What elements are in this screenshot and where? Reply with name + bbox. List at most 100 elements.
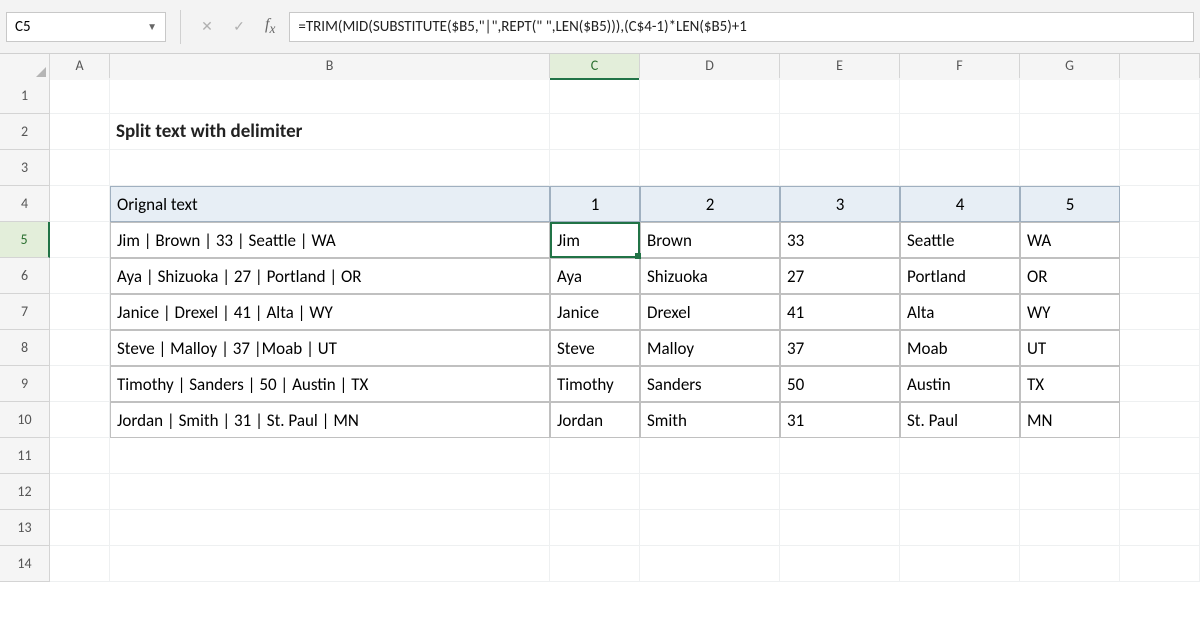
cell-C10[interactable]: Jordan xyxy=(550,402,640,438)
cell-G3[interactable] xyxy=(1020,150,1120,186)
cell-F12[interactable] xyxy=(900,474,1020,510)
cell-D8[interactable]: Malloy xyxy=(640,330,780,366)
cell-B14[interactable] xyxy=(110,546,550,582)
row-header-11[interactable]: 11 xyxy=(0,438,50,474)
cell-C5[interactable]: Jim xyxy=(550,222,640,258)
enter-icon[interactable]: ✓ xyxy=(227,15,251,39)
cell-G12[interactable] xyxy=(1020,474,1120,510)
cell-G5[interactable]: WA xyxy=(1020,222,1120,258)
row-header-6[interactable]: 6 xyxy=(0,258,50,294)
cell-A13[interactable] xyxy=(50,510,110,546)
cell-D6[interactable]: Shizuoka xyxy=(640,258,780,294)
cell-F10[interactable]: St. Paul xyxy=(900,402,1020,438)
cell-D13[interactable] xyxy=(640,510,780,546)
cell-D10[interactable]: Smith xyxy=(640,402,780,438)
cell-B10[interactable]: Jordan | Smith | 31 | St. Paul | MN xyxy=(110,402,550,438)
cell-C12[interactable] xyxy=(550,474,640,510)
cell-E5[interactable]: 33 xyxy=(780,222,900,258)
cell-H9[interactable] xyxy=(1120,366,1200,402)
cell-C4[interactable]: 1 xyxy=(550,186,640,222)
cell-H7[interactable] xyxy=(1120,294,1200,330)
cell-H2[interactable] xyxy=(1120,114,1200,150)
select-all-corner[interactable] xyxy=(0,54,50,80)
cell-F4[interactable]: 4 xyxy=(900,186,1020,222)
col-header-D[interactable]: D xyxy=(640,54,780,80)
cell-C11[interactable] xyxy=(550,438,640,474)
row-header-14[interactable]: 14 xyxy=(0,546,50,582)
cell-D1[interactable] xyxy=(640,78,780,114)
cell-B3[interactable] xyxy=(110,150,550,186)
cell-H10[interactable] xyxy=(1120,402,1200,438)
cell-E3[interactable] xyxy=(780,150,900,186)
cell-A1[interactable] xyxy=(50,78,110,114)
col-header-E[interactable]: E xyxy=(780,54,900,80)
cell-E1[interactable] xyxy=(780,78,900,114)
cell-B7[interactable]: Janice | Drexel | 41 | Alta | WY xyxy=(110,294,550,330)
cell-E2[interactable] xyxy=(780,114,900,150)
worksheet[interactable]: A B C D E F G 1 2 Split text with delimi… xyxy=(0,54,1200,582)
cell-A3[interactable] xyxy=(50,150,110,186)
cell-B2-title[interactable]: Split text with delimiter xyxy=(110,114,550,150)
cell-A7[interactable] xyxy=(50,294,110,330)
cell-C1[interactable] xyxy=(550,78,640,114)
cell-E11[interactable] xyxy=(780,438,900,474)
cell-G11[interactable] xyxy=(1020,438,1120,474)
cell-D3[interactable] xyxy=(640,150,780,186)
cell-H14[interactable] xyxy=(1120,546,1200,582)
cell-D9[interactable]: Sanders xyxy=(640,366,780,402)
cell-E4[interactable]: 3 xyxy=(780,186,900,222)
row-header-7[interactable]: 7 xyxy=(0,294,50,330)
cell-G1[interactable] xyxy=(1020,78,1120,114)
cell-E12[interactable] xyxy=(780,474,900,510)
cell-F13[interactable] xyxy=(900,510,1020,546)
row-header-3[interactable]: 3 xyxy=(0,150,50,186)
cell-E6[interactable]: 27 xyxy=(780,258,900,294)
formula-bar[interactable]: =TRIM(MID(SUBSTITUTE($B5,"|",REPT(" ",LE… xyxy=(289,12,1194,42)
row-header-10[interactable]: 10 xyxy=(0,402,50,438)
cell-G6[interactable]: OR xyxy=(1020,258,1120,294)
cell-D14[interactable] xyxy=(640,546,780,582)
cell-C3[interactable] xyxy=(550,150,640,186)
cell-C14[interactable] xyxy=(550,546,640,582)
cell-D12[interactable] xyxy=(640,474,780,510)
cell-G14[interactable] xyxy=(1020,546,1120,582)
row-header-5[interactable]: 5 xyxy=(0,222,50,258)
row-header-12[interactable]: 12 xyxy=(0,474,50,510)
cell-H6[interactable] xyxy=(1120,258,1200,294)
cell-C9[interactable]: Timothy xyxy=(550,366,640,402)
cell-G10[interactable]: MN xyxy=(1020,402,1120,438)
cell-H4[interactable] xyxy=(1120,186,1200,222)
cell-B1[interactable] xyxy=(110,78,550,114)
cell-G9[interactable]: TX xyxy=(1020,366,1120,402)
cell-G2[interactable] xyxy=(1020,114,1120,150)
cell-B9[interactable]: Timothy | Sanders | 50 | Austin | TX xyxy=(110,366,550,402)
cancel-icon[interactable]: ✕ xyxy=(195,15,219,39)
cell-A12[interactable] xyxy=(50,474,110,510)
cell-C13[interactable] xyxy=(550,510,640,546)
cell-F9[interactable]: Austin xyxy=(900,366,1020,402)
cell-H11[interactable] xyxy=(1120,438,1200,474)
cell-C2[interactable] xyxy=(550,114,640,150)
cell-B6[interactable]: Aya | Shizuoka | 27 | Portland | OR xyxy=(110,258,550,294)
cell-F6[interactable]: Portland xyxy=(900,258,1020,294)
cell-B12[interactable] xyxy=(110,474,550,510)
cell-C7[interactable]: Janice xyxy=(550,294,640,330)
cell-A11[interactable] xyxy=(50,438,110,474)
cell-H1[interactable] xyxy=(1120,78,1200,114)
cell-E14[interactable] xyxy=(780,546,900,582)
cell-F7[interactable]: Alta xyxy=(900,294,1020,330)
cell-G4[interactable]: 5 xyxy=(1020,186,1120,222)
cell-H8[interactable] xyxy=(1120,330,1200,366)
cell-B5[interactable]: Jim | Brown | 33 | Seattle | WA xyxy=(110,222,550,258)
cell-F2[interactable] xyxy=(900,114,1020,150)
cell-E10[interactable]: 31 xyxy=(780,402,900,438)
col-header-B[interactable]: B xyxy=(110,54,550,80)
cell-D5[interactable]: Brown xyxy=(640,222,780,258)
cell-A10[interactable] xyxy=(50,402,110,438)
cell-B13[interactable] xyxy=(110,510,550,546)
cell-A5[interactable] xyxy=(50,222,110,258)
cell-B8[interactable]: Steve | Malloy | 37 |Moab | UT xyxy=(110,330,550,366)
col-header-C[interactable]: C xyxy=(550,54,640,80)
cell-D4[interactable]: 2 xyxy=(640,186,780,222)
cell-H5[interactable] xyxy=(1120,222,1200,258)
